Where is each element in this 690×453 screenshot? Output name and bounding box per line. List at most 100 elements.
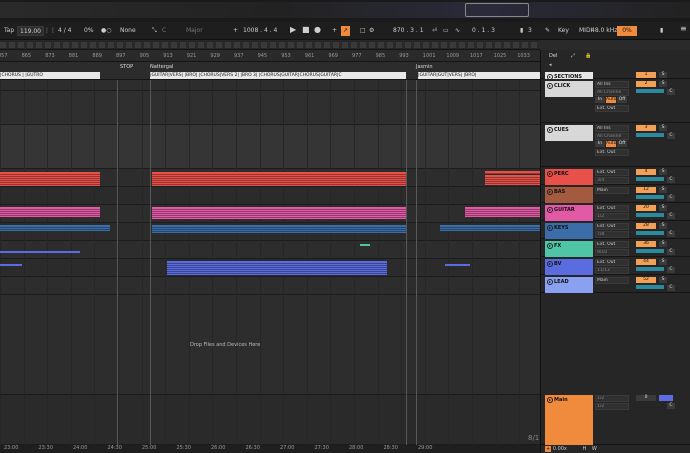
add-icon[interactable]: + (545, 446, 552, 452)
fold-icon[interactable]: ▸ (547, 83, 553, 89)
record-button[interactable]: ● (314, 25, 321, 35)
input-output-select[interactable]: Ext. Out (595, 241, 629, 248)
lock-icon[interactable]: 🔒 (585, 53, 591, 59)
track-number[interactable]: 52 (636, 277, 656, 283)
volume-meter[interactable] (636, 133, 664, 137)
solo-button[interactable]: S (659, 205, 667, 211)
channel-select[interactable]: 9/10 (595, 249, 629, 256)
channel-select[interactable]: 1/2 (595, 403, 629, 410)
bv-clip[interactable] (445, 264, 470, 266)
track-number[interactable]: 3 (636, 125, 656, 131)
track-lane[interactable] (0, 395, 540, 445)
track-header-main[interactable]: ▸ Main 1/2 1/2 0 C (541, 393, 690, 445)
menu-icon[interactable]: ≡ (680, 24, 687, 34)
loop-icon[interactable]: ⚙ (369, 26, 374, 36)
volume-meter[interactable] (636, 213, 664, 217)
quantize-select[interactable]: None (120, 26, 136, 36)
track-name[interactable]: ▸ GUITAR (545, 205, 593, 221)
solo-button[interactable]: S (659, 241, 667, 247)
fold-icon[interactable]: ▸ (547, 279, 553, 285)
track-lane[interactable] (0, 80, 540, 91)
channel-select[interactable]: All Channe (595, 89, 629, 96)
channel-select[interactable]: 1/2 (595, 213, 629, 220)
fold-icon[interactable]: ▸ (547, 171, 553, 177)
bv-clip[interactable] (0, 264, 22, 266)
overview-viewport[interactable] (465, 3, 529, 17)
metronome-dots-icon[interactable]: ●○ (101, 26, 111, 36)
track-lane[interactable] (0, 187, 540, 205)
beat-time-ruler[interactable]: 857 865 873 881 889 897 905 913 921 929 937 945 953 9… (0, 50, 554, 62)
fold-icon[interactable]: ▸ (547, 189, 553, 195)
locator-bar[interactable]: STOP Nattergal Jasmin |CHORUS | |GUTRO |… (0, 62, 540, 80)
track-name[interactable]: ▸ CLICK (545, 81, 593, 97)
track-name[interactable]: ▸ KEYS (545, 223, 593, 239)
perc-clip[interactable] (152, 172, 407, 186)
monitor-auto-button[interactable]: Auto (606, 97, 616, 103)
input-output-select[interactable]: Ext. Out (595, 169, 629, 176)
solo-button[interactable]: S (659, 81, 667, 87)
input-output-select[interactable]: All Ins (595, 125, 629, 132)
pan-center-button[interactable]: C (667, 177, 675, 183)
track-number[interactable]: 4 (636, 169, 656, 175)
solo-button[interactable]: S (659, 125, 667, 131)
fold-icon[interactable]: ▸ (547, 207, 553, 213)
key-map-icon[interactable]: ✎ (545, 26, 550, 36)
track-header-lead[interactable]: ▸ LEAD 52 S Main C (541, 275, 690, 293)
groove-amount[interactable]: 0% (84, 26, 94, 36)
track-name[interactable]: ▸ BV (545, 259, 593, 275)
scale-select[interactable]: Major (186, 26, 203, 36)
tempo-field[interactable]: 119.00 (17, 26, 44, 36)
metronome-icon[interactable]: ⋮⋮ (44, 26, 56, 36)
track-header-bas[interactable]: ▸ BAS 12 S Main C (541, 185, 690, 203)
fold-icon[interactable]: ▸ (547, 397, 553, 403)
play-button[interactable]: ▶ (290, 25, 296, 35)
pan-center-button[interactable]: C (667, 249, 675, 255)
input-output-select[interactable]: Ext. Out (595, 259, 629, 266)
monitor-off-button[interactable]: Off (617, 97, 627, 103)
key-tool-icon[interactable]: ⤡ (152, 26, 157, 36)
loop-start[interactable]: 870 . 3 . 1 (393, 26, 424, 36)
volume-meter[interactable] (636, 177, 664, 181)
section-clip-strip[interactable]: |CHORUS | |GUTRO (0, 72, 100, 79)
track-lane[interactable] (0, 91, 540, 125)
guitar-clip[interactable] (465, 207, 540, 217)
track-number[interactable]: 28 (636, 223, 656, 229)
monitor-in-button[interactable]: In (595, 141, 605, 147)
automation-arm-icon[interactable]: ↗ (341, 26, 351, 36)
pan-center-button[interactable]: C (667, 133, 675, 139)
zoom-level[interactable]: 0.00x (553, 446, 567, 452)
track-header-perc[interactable]: ▸ PERC 4 S Ext. Out 3/4 C (541, 167, 690, 185)
track-name[interactable]: ▸ SECTIONS (545, 72, 593, 80)
track-number[interactable]: 12 (636, 187, 656, 193)
track-lane[interactable] (0, 277, 540, 295)
track-header-click[interactable]: ▸ CLICK 2 S All Ins All Channe Ext. Out In Auto O… (541, 79, 690, 123)
width-button[interactable]: W (592, 446, 597, 452)
monitor-auto-button[interactable]: Auto (606, 141, 616, 147)
main-volume[interactable]: 0 (636, 395, 656, 401)
keys-clip[interactable] (440, 225, 540, 231)
fx-clip[interactable] (360, 244, 370, 246)
perc-clip[interactable] (485, 171, 540, 174)
channel-select[interactable]: 11/12 (595, 267, 629, 274)
perc-clip[interactable] (485, 175, 540, 185)
fold-icon[interactable]: ▸ (547, 261, 553, 267)
pan-center-button[interactable]: C (667, 213, 675, 219)
solo-button[interactable]: S (659, 259, 667, 265)
keys-clip[interactable] (152, 225, 407, 233)
track-number[interactable]: 44 (636, 259, 656, 265)
perc-clip[interactable] (0, 172, 100, 186)
track-header-fx[interactable]: ▸ FX 36 S Ext. Out 9/10 C (541, 239, 690, 257)
track-header-guitar[interactable]: ▸ GUITAR 20 S Ext. Out 1/2 C (541, 203, 690, 221)
locator-jasmin[interactable]: Jasmin (416, 64, 433, 70)
track-number[interactable]: 36 (636, 241, 656, 247)
fold-icon[interactable]: ▸ (547, 127, 553, 133)
solo-button[interactable]: S (659, 187, 667, 193)
monitor-in-button[interactable]: In (595, 97, 605, 103)
guitar-clip[interactable] (152, 207, 407, 219)
track-number[interactable]: 2 (636, 81, 656, 87)
guitar-clip[interactable] (0, 207, 100, 217)
level-icon[interactable]: ▮ (520, 26, 523, 36)
collapse-icon[interactable]: ◂ (549, 62, 552, 68)
bv-clip[interactable] (167, 261, 387, 275)
volume-meter[interactable] (636, 267, 664, 271)
